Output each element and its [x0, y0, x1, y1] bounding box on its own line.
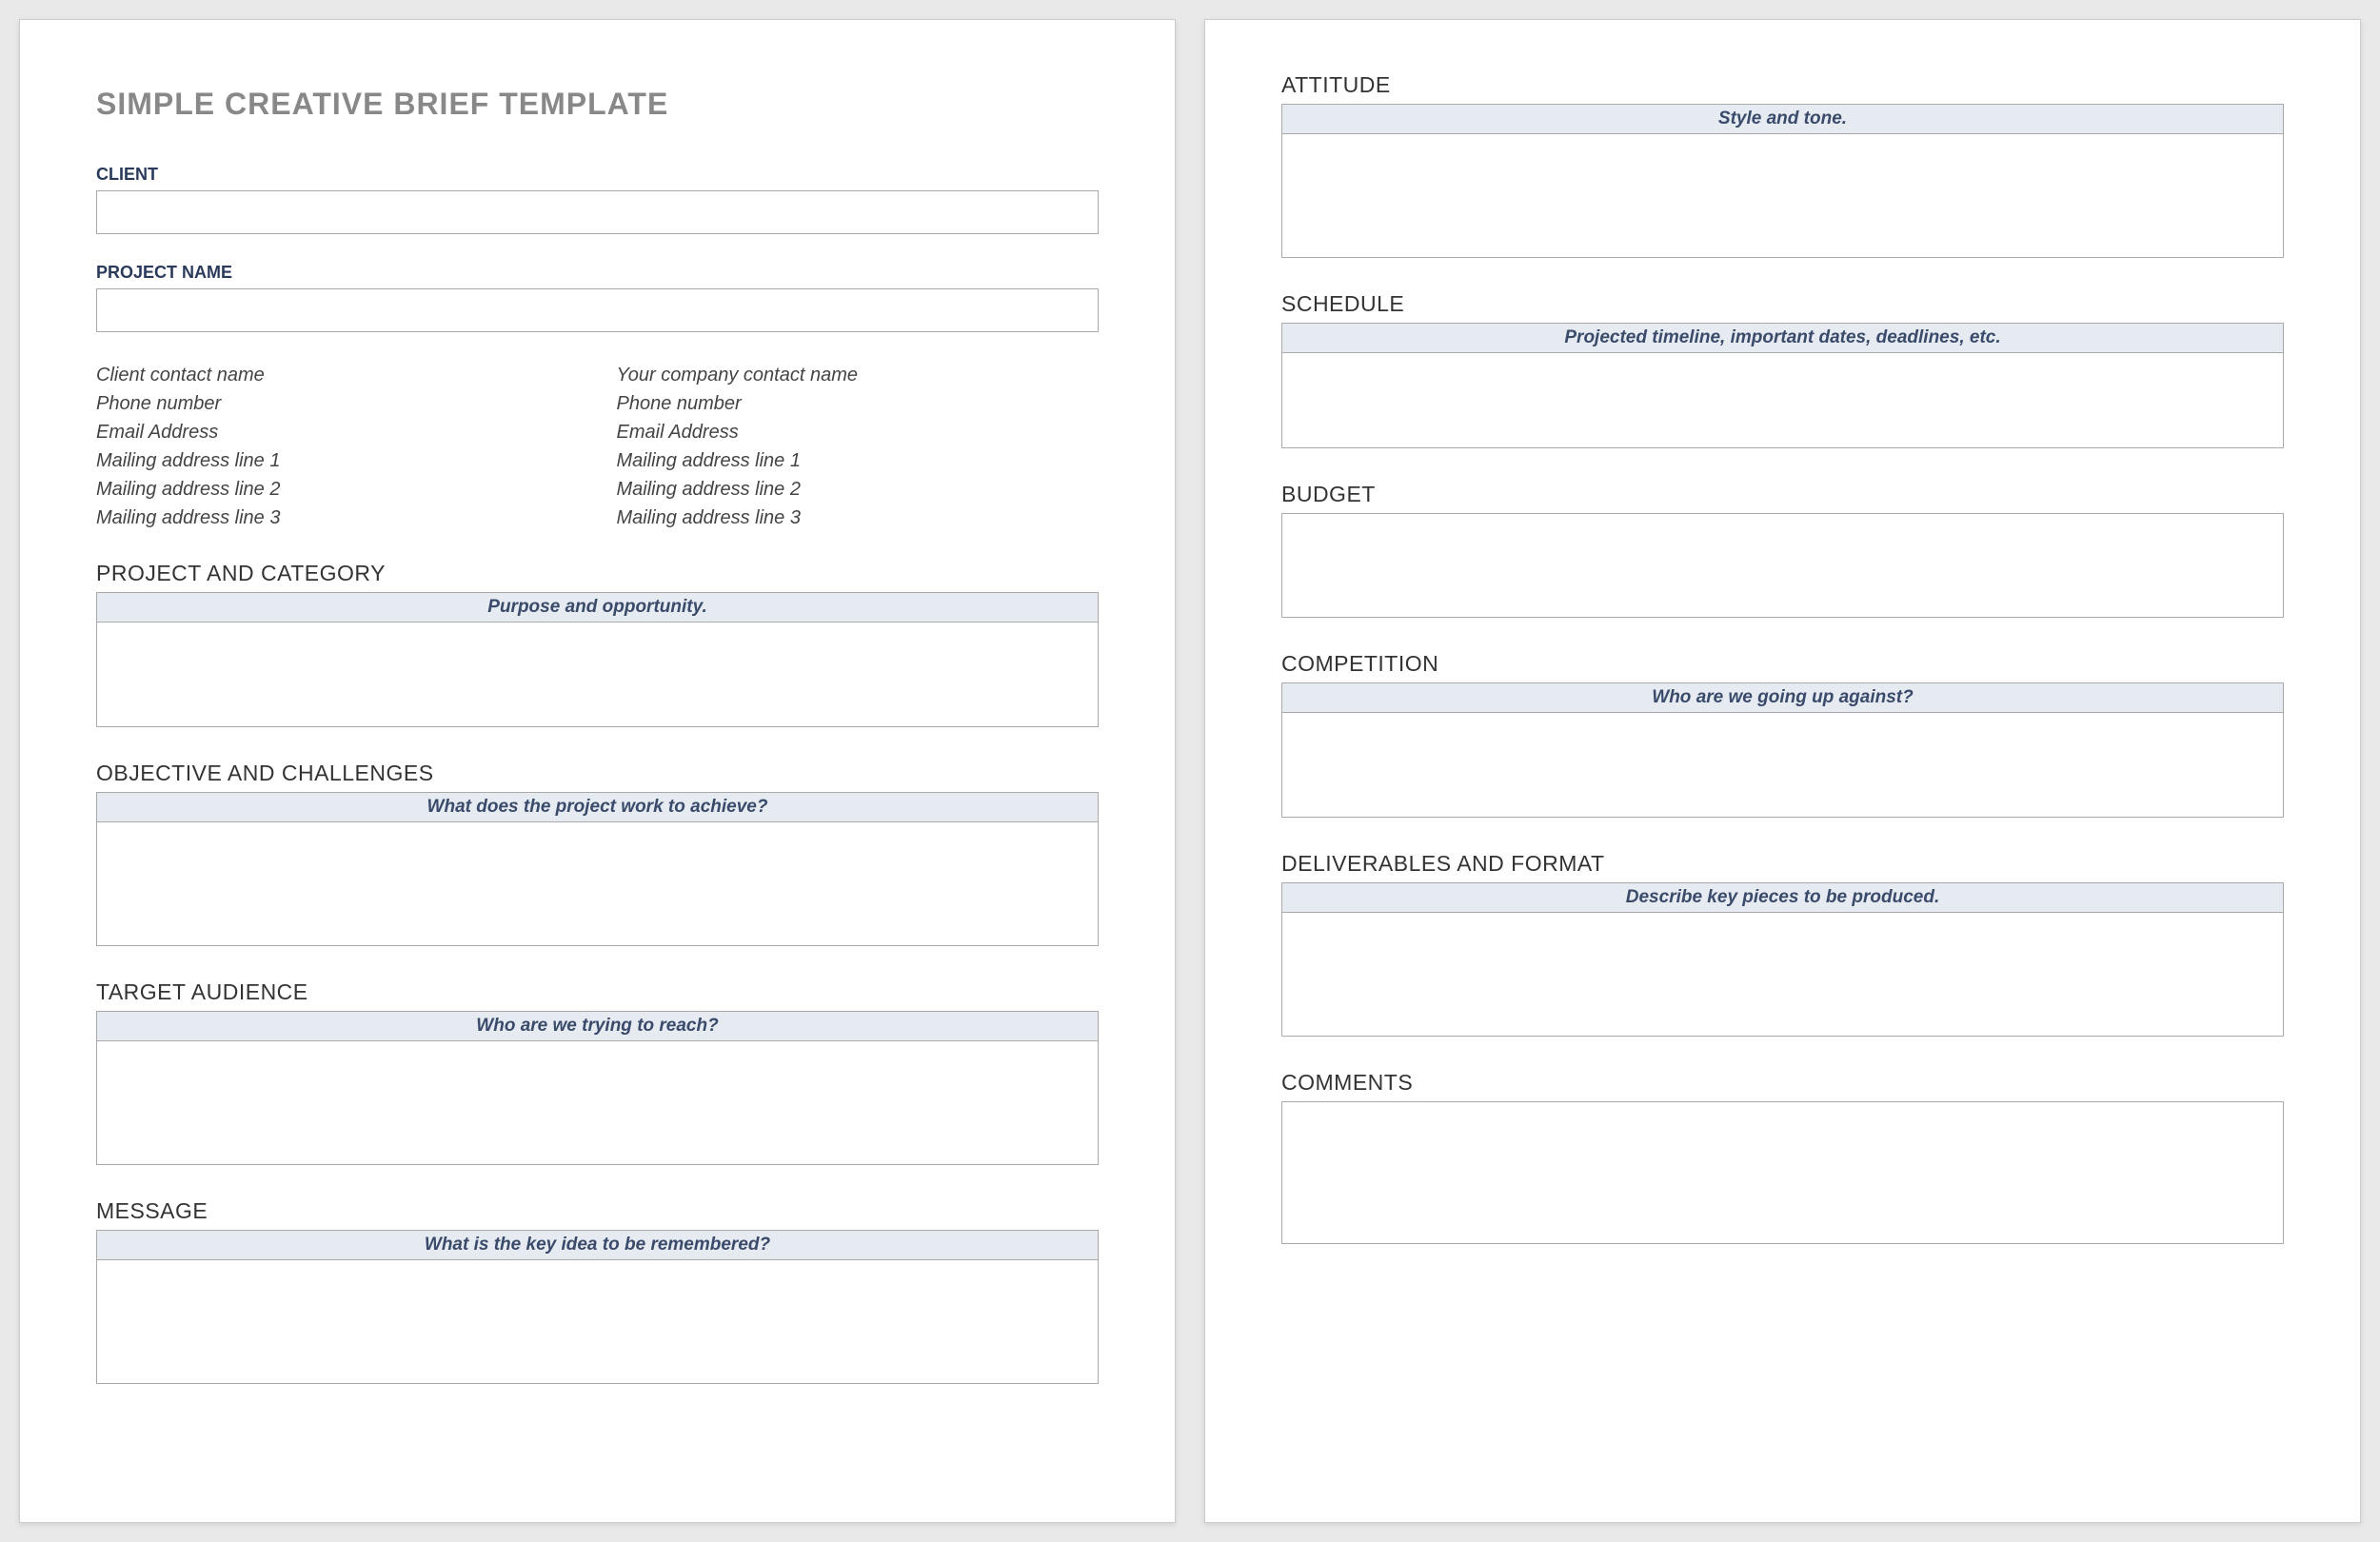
client-input[interactable] — [96, 190, 1099, 234]
section-project-category: PROJECT AND CATEGORY Purpose and opportu… — [96, 561, 1099, 732]
client-label: CLIENT — [96, 165, 1099, 185]
target-audience-input[interactable] — [96, 1041, 1099, 1165]
section-heading: COMPETITION — [1281, 651, 2284, 677]
page-spread: SIMPLE CREATIVE BRIEF TEMPLATE CLIENT PR… — [19, 19, 2361, 1523]
contact-line: Mailing address line 1 — [617, 446, 1100, 475]
contact-line: Client contact name — [96, 361, 579, 389]
project-name-input[interactable] — [96, 288, 1099, 332]
company-contact-column: Your company contact name Phone number E… — [617, 361, 1100, 532]
section-heading: ATTITUDE — [1281, 72, 2284, 98]
section-heading: BUDGET — [1281, 482, 2284, 507]
project-category-input[interactable] — [96, 623, 1099, 727]
contact-line: Phone number — [96, 389, 579, 418]
objective-challenges-input[interactable] — [96, 822, 1099, 946]
page-1: SIMPLE CREATIVE BRIEF TEMPLATE CLIENT PR… — [19, 19, 1176, 1523]
section-heading: SCHEDULE — [1281, 291, 2284, 317]
section-hint: What does the project work to achieve? — [96, 792, 1099, 822]
deliverables-input[interactable] — [1281, 913, 2284, 1037]
section-message: MESSAGE What is the key idea to be remem… — [96, 1198, 1099, 1389]
section-hint: Purpose and opportunity. — [96, 592, 1099, 623]
section-heading: PROJECT AND CATEGORY — [96, 561, 1099, 586]
contacts-row: Client contact name Phone number Email A… — [96, 361, 1099, 532]
message-input[interactable] — [96, 1260, 1099, 1384]
contact-line: Mailing address line 2 — [96, 475, 579, 504]
section-hint: Style and tone. — [1281, 104, 2284, 134]
section-comments: COMMENTS — [1281, 1070, 2284, 1249]
client-contact-column: Client contact name Phone number Email A… — [96, 361, 579, 532]
section-objective-challenges: OBJECTIVE AND CHALLENGES What does the p… — [96, 761, 1099, 951]
section-schedule: SCHEDULE Projected timeline, important d… — [1281, 291, 2284, 453]
contact-line: Email Address — [96, 418, 579, 446]
section-hint: What is the key idea to be remembered? — [96, 1230, 1099, 1260]
contact-line: Phone number — [617, 389, 1100, 418]
page-2: ATTITUDE Style and tone. SCHEDULE Projec… — [1204, 19, 2361, 1523]
section-deliverables: DELIVERABLES AND FORMAT Describe key pie… — [1281, 851, 2284, 1041]
competition-input[interactable] — [1281, 713, 2284, 818]
comments-input[interactable] — [1281, 1101, 2284, 1244]
budget-input[interactable] — [1281, 513, 2284, 618]
project-name-label: PROJECT NAME — [96, 263, 1099, 283]
section-hint: Describe key pieces to be produced. — [1281, 882, 2284, 913]
section-hint: Who are we going up against? — [1281, 682, 2284, 713]
contact-line: Mailing address line 2 — [617, 475, 1100, 504]
section-heading: TARGET AUDIENCE — [96, 979, 1099, 1005]
section-heading: DELIVERABLES AND FORMAT — [1281, 851, 2284, 877]
section-heading: MESSAGE — [96, 1198, 1099, 1224]
schedule-input[interactable] — [1281, 353, 2284, 448]
attitude-input[interactable] — [1281, 134, 2284, 258]
section-hint: Projected timeline, important dates, dea… — [1281, 323, 2284, 353]
section-heading: COMMENTS — [1281, 1070, 2284, 1096]
document-title: SIMPLE CREATIVE BRIEF TEMPLATE — [96, 87, 1099, 122]
section-attitude: ATTITUDE Style and tone. — [1281, 72, 2284, 263]
section-competition: COMPETITION Who are we going up against? — [1281, 651, 2284, 822]
contact-line: Mailing address line 3 — [96, 504, 579, 532]
contact-line: Email Address — [617, 418, 1100, 446]
contact-line: Mailing address line 1 — [96, 446, 579, 475]
section-budget: BUDGET — [1281, 482, 2284, 623]
section-hint: Who are we trying to reach? — [96, 1011, 1099, 1041]
contact-line: Mailing address line 3 — [617, 504, 1100, 532]
section-target-audience: TARGET AUDIENCE Who are we trying to rea… — [96, 979, 1099, 1170]
contact-line: Your company contact name — [617, 361, 1100, 389]
section-heading: OBJECTIVE AND CHALLENGES — [96, 761, 1099, 786]
